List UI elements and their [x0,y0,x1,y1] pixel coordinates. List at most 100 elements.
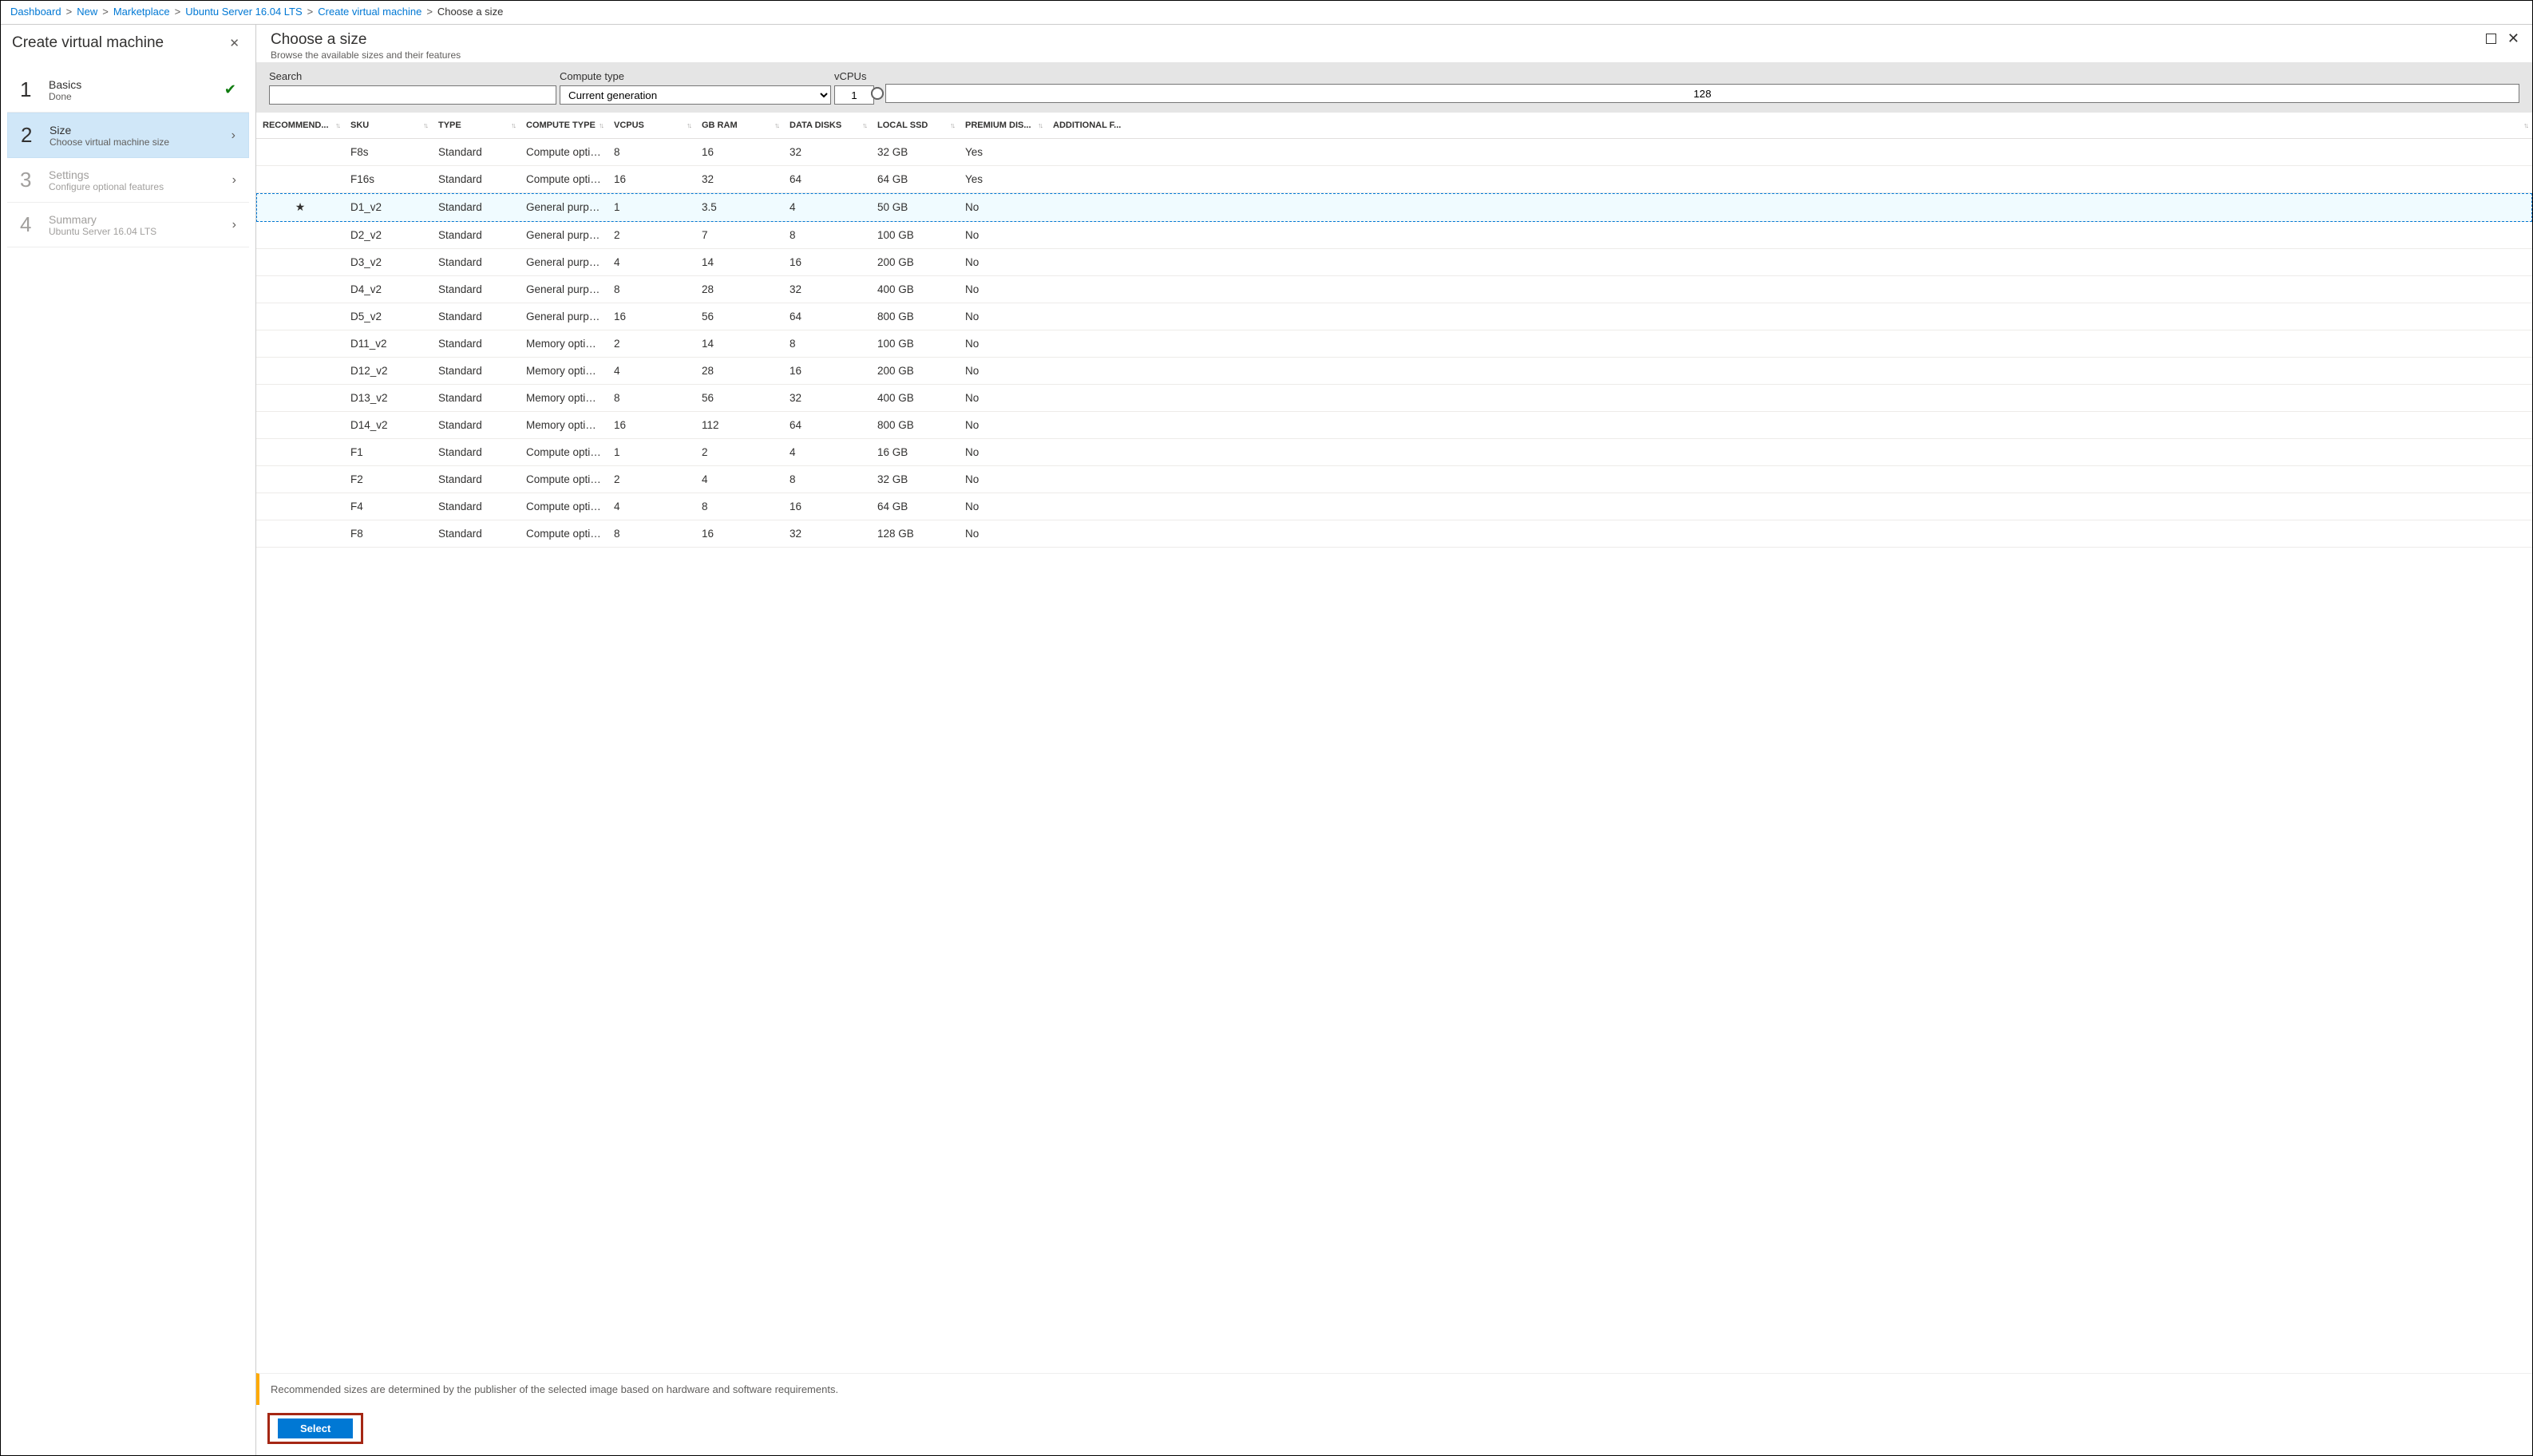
column-header[interactable]: RECOMMEND...↑↓ [256,113,344,139]
premium-cell: Yes [959,139,1047,166]
vcpus-cell: 2 [608,466,695,493]
localssd-cell: 128 GB [871,520,959,548]
column-header[interactable]: LOCAL SSD↑↓ [871,113,959,139]
premium-cell: No [959,193,1047,222]
table-row[interactable]: F8sStandardCompute optimiz8163232 GBYes [256,139,2532,166]
size-table-wrap[interactable]: RECOMMEND...↑↓SKU↑↓TYPE↑↓COMPUTE TYPE↑↓V… [256,113,2532,1373]
table-row[interactable]: D14_v2StandardMemory optimize1611264800 … [256,412,2532,439]
additional-cell [1047,466,2532,493]
gbram-cell: 3.5 [695,193,783,222]
vcpus-max-input[interactable] [885,84,2519,103]
premium-cell: No [959,303,1047,330]
table-row[interactable]: D4_v2StandardGeneral purpose82832400 GBN… [256,276,2532,303]
column-header[interactable]: TYPE↑↓ [432,113,520,139]
breadcrumb-item[interactable]: New [77,6,97,18]
sort-icon: ↑↓ [423,121,427,129]
sku-cell: D3_v2 [344,249,432,276]
compute-type-label: Compute type [560,70,831,82]
wizard-step-size[interactable]: 2 Size Choose virtual machine size › [7,113,249,158]
table-row[interactable]: ★D1_v2StandardGeneral purpose13.5450 GBN… [256,193,2532,222]
recommended-cell [256,166,344,193]
gbram-cell: 28 [695,358,783,385]
compute-type-cell: Memory optimize [520,412,608,439]
table-row[interactable]: D2_v2StandardGeneral purpose278100 GBNo [256,222,2532,249]
breadcrumb-item[interactable]: Create virtual machine [318,6,422,18]
table-row[interactable]: D11_v2StandardMemory optimize2148100 GBN… [256,330,2532,358]
sku-cell: F2 [344,466,432,493]
maximize-icon[interactable] [2486,34,2496,44]
vcpus-cell: 4 [608,493,695,520]
recommended-cell [256,439,344,466]
chevron-right-icon: › [232,173,236,188]
table-row[interactable]: F16sStandardCompute optimiz16326464 GBYe… [256,166,2532,193]
column-header[interactable]: COMPUTE TYPE↑↓ [520,113,608,139]
table-row[interactable]: D3_v2StandardGeneral purpose41416200 GBN… [256,249,2532,276]
step-number: 4 [20,212,49,237]
sort-icon: ↑↓ [335,121,339,129]
star-icon: ★ [263,200,338,214]
gbram-cell: 28 [695,276,783,303]
breadcrumb-item: Choose a size [437,6,503,18]
column-header[interactable]: GB RAM↑↓ [695,113,783,139]
localssd-cell: 32 GB [871,139,959,166]
column-header[interactable]: SKU↑↓ [344,113,432,139]
column-header[interactable]: VCPUS↑↓ [608,113,695,139]
table-row[interactable]: D13_v2StandardMemory optimize85632400 GB… [256,385,2532,412]
sort-icon: ↑↓ [687,121,691,129]
table-row[interactable]: D12_v2StandardMemory optimize42816200 GB… [256,358,2532,385]
close-icon[interactable]: ✕ [224,33,244,53]
vcpus-cell: 8 [608,276,695,303]
slider-thumb-max[interactable] [871,87,884,100]
column-header[interactable]: PREMIUM DIS...↑↓ [959,113,1047,139]
table-row[interactable]: F4StandardCompute optimiz481664 GBNo [256,493,2532,520]
sort-icon: ↑↓ [1038,121,1042,129]
breadcrumb-item[interactable]: Marketplace [113,6,170,18]
column-header[interactable]: DATA DISKS↑↓ [783,113,871,139]
type-cell: Standard [432,412,520,439]
close-blade-icon[interactable]: ✕ [2507,31,2519,46]
chevron-right-icon: > [426,6,433,18]
size-table: RECOMMEND...↑↓SKU↑↓TYPE↑↓COMPUTE TYPE↑↓V… [256,113,2532,548]
breadcrumb-item[interactable]: Dashboard [10,6,61,18]
premium-cell: No [959,276,1047,303]
select-button[interactable]: Select [278,1418,353,1438]
table-row[interactable]: F1StandardCompute optimiz12416 GBNo [256,439,2532,466]
additional-cell [1047,358,2532,385]
datadisks-cell: 4 [783,193,871,222]
additional-cell [1047,222,2532,249]
table-row[interactable]: D5_v2StandardGeneral purpose165664800 GB… [256,303,2532,330]
gbram-cell: 8 [695,493,783,520]
compute-type-cell: Compute optimiz [520,520,608,548]
vcpus-min-input[interactable] [834,85,874,105]
sku-cell: D12_v2 [344,358,432,385]
additional-cell [1047,493,2532,520]
chevron-right-icon: > [66,6,73,18]
additional-cell [1047,412,2532,439]
wizard-step-basics[interactable]: 1 Basics Done ✔ [7,68,249,113]
localssd-cell: 200 GB [871,249,959,276]
type-cell: Standard [432,385,520,412]
vcpus-cell: 16 [608,412,695,439]
vcpus-cell: 2 [608,330,695,358]
search-input[interactable] [269,85,556,105]
gbram-cell: 4 [695,466,783,493]
column-header[interactable]: ADDITIONAL F...↑↓ [1047,113,2532,139]
localssd-cell: 400 GB [871,385,959,412]
recommended-cell [256,303,344,330]
table-row[interactable]: F2StandardCompute optimiz24832 GBNo [256,466,2532,493]
datadisks-cell: 32 [783,139,871,166]
step-number: 1 [20,77,49,102]
type-cell: Standard [432,493,520,520]
localssd-cell: 50 GB [871,193,959,222]
wizard-step-summary: 4 Summary Ubuntu Server 16.04 LTS › [7,203,249,247]
step-subtitle: Done [49,91,224,102]
breadcrumb-item[interactable]: Ubuntu Server 16.04 LTS [185,6,302,18]
type-cell: Standard [432,303,520,330]
compute-type-select[interactable]: Current generation [560,85,831,105]
chevron-right-icon: > [307,6,314,18]
additional-cell [1047,139,2532,166]
additional-cell [1047,276,2532,303]
sku-cell: D14_v2 [344,412,432,439]
table-row[interactable]: F8StandardCompute optimiz81632128 GBNo [256,520,2532,548]
premium-cell: No [959,222,1047,249]
